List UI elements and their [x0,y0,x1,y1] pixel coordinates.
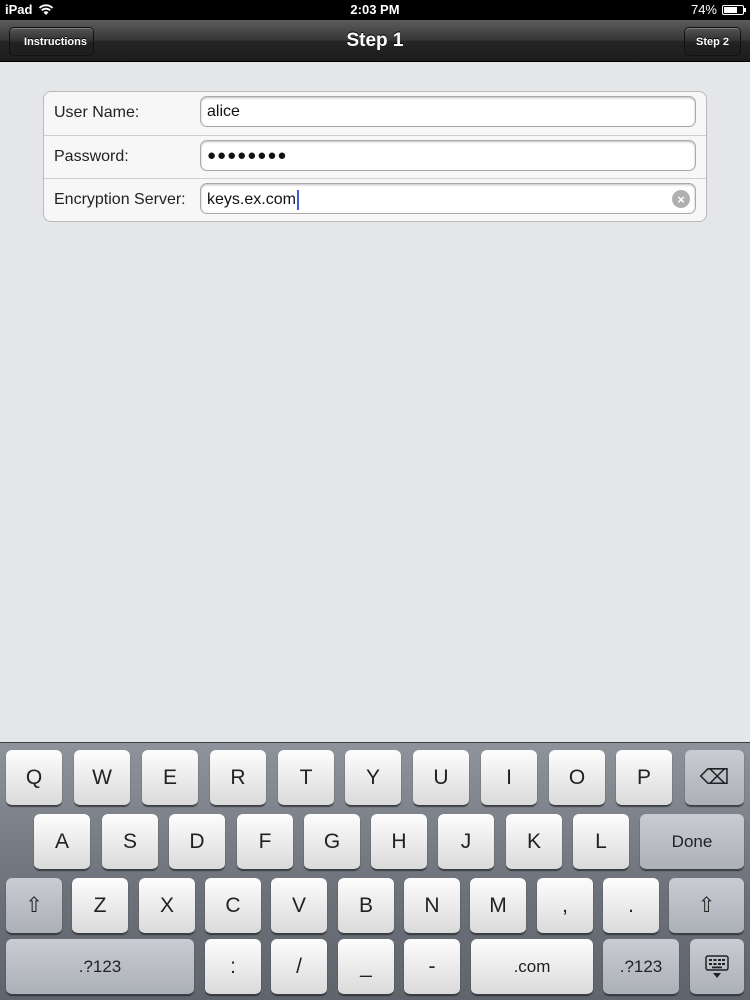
key-h[interactable]: H [371,814,427,870]
key-w[interactable]: W [74,750,130,806]
server-value: keys.ex.com [207,191,296,209]
password-value: ●●●●●●●● [207,147,288,164]
password-row: Password: ●●●●●●●● [44,135,706,178]
on-screen-keyboard: Q W E R T Y U I O P ⌫ A S D F G H J K L … [0,742,750,1000]
key-slash[interactable]: / [271,939,327,995]
key-d[interactable]: D [169,814,225,870]
battery-percentage: 74% [690,2,717,17]
key-a[interactable]: A [34,814,90,870]
username-label: User Name: [54,104,140,121]
key-u[interactable]: U [413,750,469,806]
key-n[interactable]: N [404,878,460,934]
key-underscore[interactable]: _ [338,939,394,995]
server-label: Encryption Server: [54,191,186,208]
key-c[interactable]: C [205,878,261,934]
numbers-right-key[interactable]: .?123 [603,939,679,995]
key-l[interactable]: L [573,814,629,870]
page-title: Step 1 [346,30,404,51]
text-cursor [296,190,299,210]
numbers-left-key[interactable]: .?123 [6,939,194,995]
keyboard-hide-icon[interactable] [690,939,744,995]
battery-icon [722,4,746,15]
server-row: Encryption Server: keys.ex.com × [44,178,706,221]
password-label: Password: [54,148,129,165]
key-b[interactable]: B [338,878,394,934]
key-k[interactable]: K [506,814,562,870]
key-o[interactable]: O [549,750,605,806]
encryption-server-field[interactable]: keys.ex.com × [200,183,696,214]
key-i[interactable]: I [481,750,537,806]
key-y[interactable]: Y [345,750,401,806]
key-colon[interactable]: : [205,939,261,995]
key-p[interactable]: P [616,750,672,806]
key-m[interactable]: M [470,878,526,934]
key-f[interactable]: F [237,814,293,870]
key-j[interactable]: J [438,814,494,870]
key-g[interactable]: G [304,814,360,870]
key-hyphen[interactable]: - [404,939,460,995]
key-x[interactable]: X [139,878,195,934]
key-r[interactable]: R [210,750,266,806]
key-t[interactable]: T [278,750,334,806]
key-period[interactable]: . [603,878,659,934]
key-e[interactable]: E [142,750,198,806]
username-field[interactable]: alice [200,96,696,127]
key-z[interactable]: Z [72,878,128,934]
navigation-bar: Instructions Step 1 Step 2 [0,20,750,62]
key-v[interactable]: V [271,878,327,934]
clear-icon[interactable]: × [672,190,690,208]
shift-right-key[interactable]: ⇧ [669,878,744,934]
password-field[interactable]: ●●●●●●●● [200,140,696,171]
delete-key[interactable]: ⌫ [685,750,744,806]
step-2-button[interactable]: Step 2 [684,27,741,56]
shift-left-key[interactable]: ⇧ [6,878,62,934]
keyboard-icon [705,954,729,978]
status-bar: iPad 2:03 PM 74% [0,0,750,20]
key-dotcom[interactable]: .com [471,939,593,995]
key-q[interactable]: Q [6,750,62,806]
key-comma[interactable]: , [537,878,593,934]
credentials-form: User Name: alice Password: ●●●●●●●● Encr… [43,91,707,222]
key-s[interactable]: S [102,814,158,870]
username-row: User Name: alice [44,92,706,135]
clock: 2:03 PM [350,2,400,17]
done-key[interactable]: Done [640,814,744,870]
username-value: alice [207,103,240,120]
